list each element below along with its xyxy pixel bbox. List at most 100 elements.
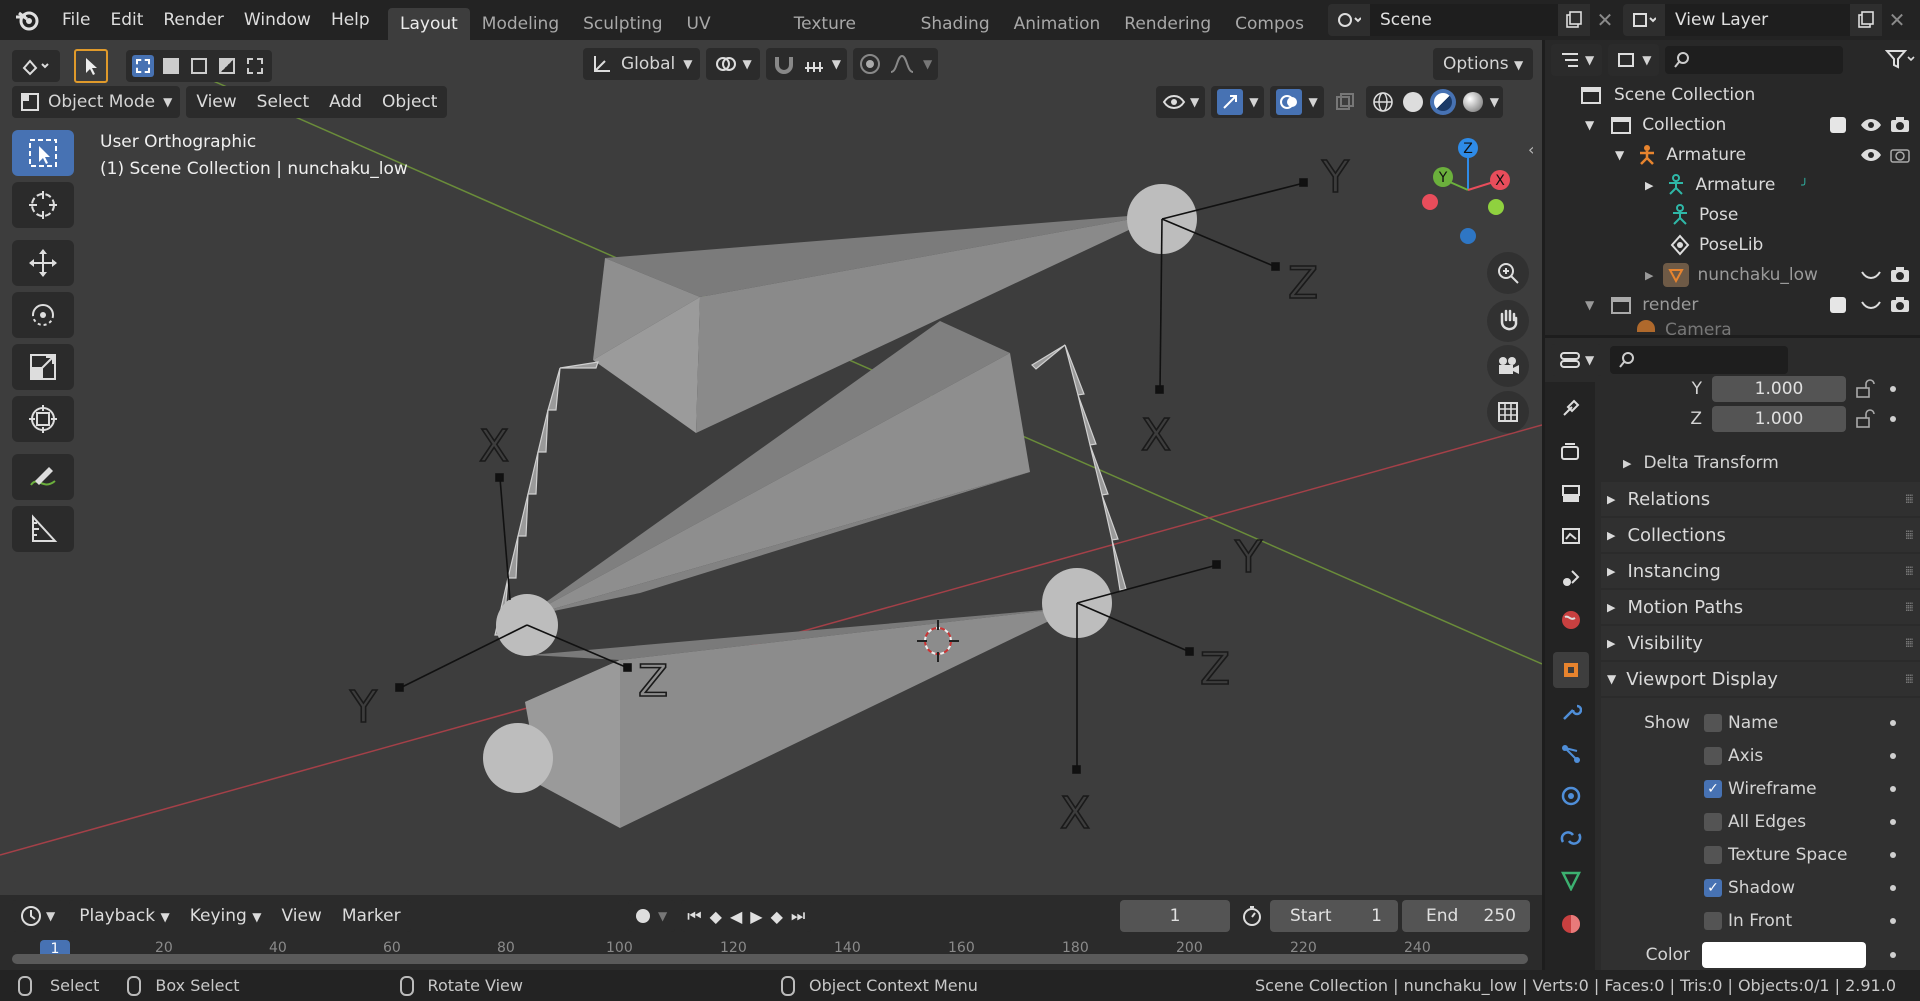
- visibility-dropdown[interactable]: ▼: [1156, 86, 1206, 118]
- modifier-tab-icon[interactable]: [1553, 694, 1589, 730]
- jump-end-icon[interactable]: ⏭: [791, 906, 805, 926]
- checkbox-axis[interactable]: [1704, 747, 1722, 765]
- rotate-tool[interactable]: [12, 292, 74, 338]
- select-subtract-icon[interactable]: [188, 55, 210, 77]
- tab-shading[interactable]: Shading: [909, 8, 1002, 40]
- menu-playback[interactable]: Playback ▼: [69, 900, 180, 932]
- auto-keying-toggle[interactable]: ▼: [628, 900, 676, 932]
- panel-viewport-display[interactable]: ▼ Viewport Display ⁞⁞⁞⁞: [1601, 662, 1920, 698]
- drag-handle-icon[interactable]: ⁞⁞⁞⁞: [1905, 492, 1914, 506]
- outliner-row-scene-collection[interactable]: Scene Collection: [1545, 80, 1920, 110]
- keyframe-dot[interactable]: [1890, 952, 1896, 958]
- tab-texture-paint[interactable]: Texture Paint: [782, 8, 909, 40]
- drag-handle-icon[interactable]: ⁞⁞⁞⁞: [1905, 600, 1914, 614]
- render-camera-icon[interactable]: [1890, 146, 1910, 164]
- expand-arrow-icon[interactable]: ▼: [1585, 298, 1594, 312]
- menu-keying[interactable]: Keying ▼: [180, 900, 272, 932]
- keyframe-dot[interactable]: [1890, 416, 1896, 422]
- expand-arrow-icon[interactable]: ▶: [1645, 179, 1653, 192]
- xray-icon[interactable]: [1330, 86, 1360, 118]
- jump-start-icon[interactable]: ⏮: [687, 906, 701, 926]
- drag-handle-icon[interactable]: ⁞⁞⁞⁞: [1905, 564, 1914, 578]
- panel-visibility[interactable]: ▶ Visibility ⁞⁞⁞⁞: [1601, 626, 1920, 662]
- pan-hand-icon[interactable]: [1487, 300, 1529, 342]
- view-layer-remove-icon[interactable]: ✕: [1882, 4, 1912, 36]
- object-tab-icon[interactable]: [1553, 652, 1589, 688]
- outliner-row-camera[interactable]: Camera: [1545, 320, 1920, 335]
- transform-orientation-dropdown[interactable]: Global ▼: [583, 48, 701, 80]
- zoom-icon[interactable]: [1487, 252, 1529, 294]
- view-layer-browse-icon[interactable]: [1623, 4, 1665, 36]
- navigation-gizmo[interactable]: Z Y X: [1410, 130, 1520, 250]
- mode-dropdown[interactable]: Object Mode ▼: [12, 86, 181, 118]
- shading-wireframe-icon[interactable]: [1370, 89, 1396, 115]
- material-tab-icon[interactable]: [1553, 906, 1589, 942]
- select-intersect-icon[interactable]: [244, 55, 266, 77]
- panel-collections[interactable]: ▶ Collections ⁞⁞⁞⁞: [1601, 518, 1920, 554]
- scene-tab-icon[interactable]: [1553, 560, 1589, 596]
- tab-sculpting[interactable]: Sculpting: [571, 8, 674, 40]
- cursor-tool[interactable]: [12, 182, 74, 228]
- frame-ruler[interactable]: 1 20 40 60 80 100 120 140 160 180 200 22…: [12, 940, 1528, 966]
- prev-keyframe-icon[interactable]: ◆: [710, 907, 722, 926]
- tab-animation[interactable]: Animation: [1002, 8, 1113, 40]
- ortho-grid-icon[interactable]: [1487, 391, 1529, 433]
- menu-render[interactable]: Render: [153, 0, 234, 40]
- options-dropdown[interactable]: Options ▼: [1433, 48, 1534, 80]
- select-extend-icon[interactable]: [160, 55, 182, 77]
- render-camera-icon[interactable]: [1890, 296, 1910, 314]
- scene-remove-icon[interactable]: ✕: [1590, 4, 1620, 36]
- lock-icon[interactable]: [1854, 409, 1876, 429]
- tab-uv-editing[interactable]: UV Editing: [675, 8, 782, 40]
- select-box-tool[interactable]: [12, 130, 74, 176]
- checkbox-in-front[interactable]: [1704, 912, 1722, 930]
- timeline-editor-type[interactable]: ▼: [12, 900, 64, 932]
- view-layer-tab-icon[interactable]: [1553, 518, 1589, 554]
- current-frame-field[interactable]: 1: [1120, 900, 1230, 932]
- outliner-row-pose[interactable]: Pose: [1545, 200, 1920, 230]
- keyframe-dot[interactable]: [1890, 885, 1896, 891]
- outliner-search-input[interactable]: [1665, 46, 1844, 74]
- play-icon[interactable]: ▶: [750, 907, 762, 926]
- display-mode-dropdown[interactable]: ▼: [1608, 44, 1660, 76]
- constraints-tab-icon[interactable]: [1553, 820, 1589, 856]
- render-camera-icon[interactable]: [1890, 116, 1910, 134]
- menu-view[interactable]: View: [186, 86, 246, 118]
- outliner-row-render[interactable]: ▼ render: [1545, 290, 1920, 320]
- color-swatch[interactable]: [1702, 942, 1866, 968]
- next-keyframe-icon[interactable]: ◆: [771, 907, 783, 926]
- scene-name-field[interactable]: Scene: [1370, 4, 1558, 36]
- shading-solid-icon[interactable]: [1400, 89, 1426, 115]
- view-layer-new-icon[interactable]: [1850, 4, 1882, 36]
- keyframe-dot[interactable]: [1890, 852, 1896, 858]
- outliner-editor-type[interactable]: ▼: [1551, 44, 1603, 76]
- outliner-row-armature-data[interactable]: ▶ Armature ╯: [1545, 170, 1920, 200]
- annotate-tool[interactable]: [12, 454, 74, 500]
- menu-select[interactable]: Select: [247, 86, 319, 118]
- checkbox-wireframe[interactable]: ✓: [1704, 780, 1722, 798]
- keyframe-dot[interactable]: [1890, 720, 1896, 726]
- menu-file[interactable]: File: [52, 0, 100, 40]
- properties-search-input[interactable]: [1610, 346, 1789, 374]
- particles-tab-icon[interactable]: [1553, 736, 1589, 772]
- menu-window[interactable]: Window: [234, 0, 321, 40]
- tab-layout[interactable]: Layout: [388, 8, 470, 40]
- expand-arrow-icon[interactable]: ▼: [1615, 148, 1624, 162]
- scale-z-field[interactable]: 1.000: [1712, 406, 1846, 432]
- shading-material-icon[interactable]: [1429, 89, 1456, 115]
- outliner-row-collection[interactable]: ▼ Collection: [1545, 110, 1920, 140]
- tab-compositing[interactable]: Compos: [1223, 8, 1316, 40]
- pivot-point-dropdown[interactable]: ▼: [706, 48, 760, 80]
- measure-tool[interactable]: [12, 506, 74, 552]
- menu-marker[interactable]: Marker: [332, 900, 411, 932]
- expand-arrow-icon[interactable]: ▶: [1645, 269, 1653, 282]
- object-data-tab-icon[interactable]: [1553, 862, 1589, 898]
- menu-help[interactable]: Help: [321, 0, 380, 40]
- menu-object[interactable]: Object: [372, 86, 447, 118]
- keyframe-dot[interactable]: [1890, 386, 1896, 392]
- drag-handle-icon[interactable]: ⁞⁞⁞⁞: [1905, 528, 1914, 542]
- scale-tool[interactable]: [12, 344, 74, 390]
- checkbox-texture-space[interactable]: [1704, 846, 1722, 864]
- move-tool[interactable]: [12, 240, 74, 286]
- magnet-icon[interactable]: [772, 52, 796, 76]
